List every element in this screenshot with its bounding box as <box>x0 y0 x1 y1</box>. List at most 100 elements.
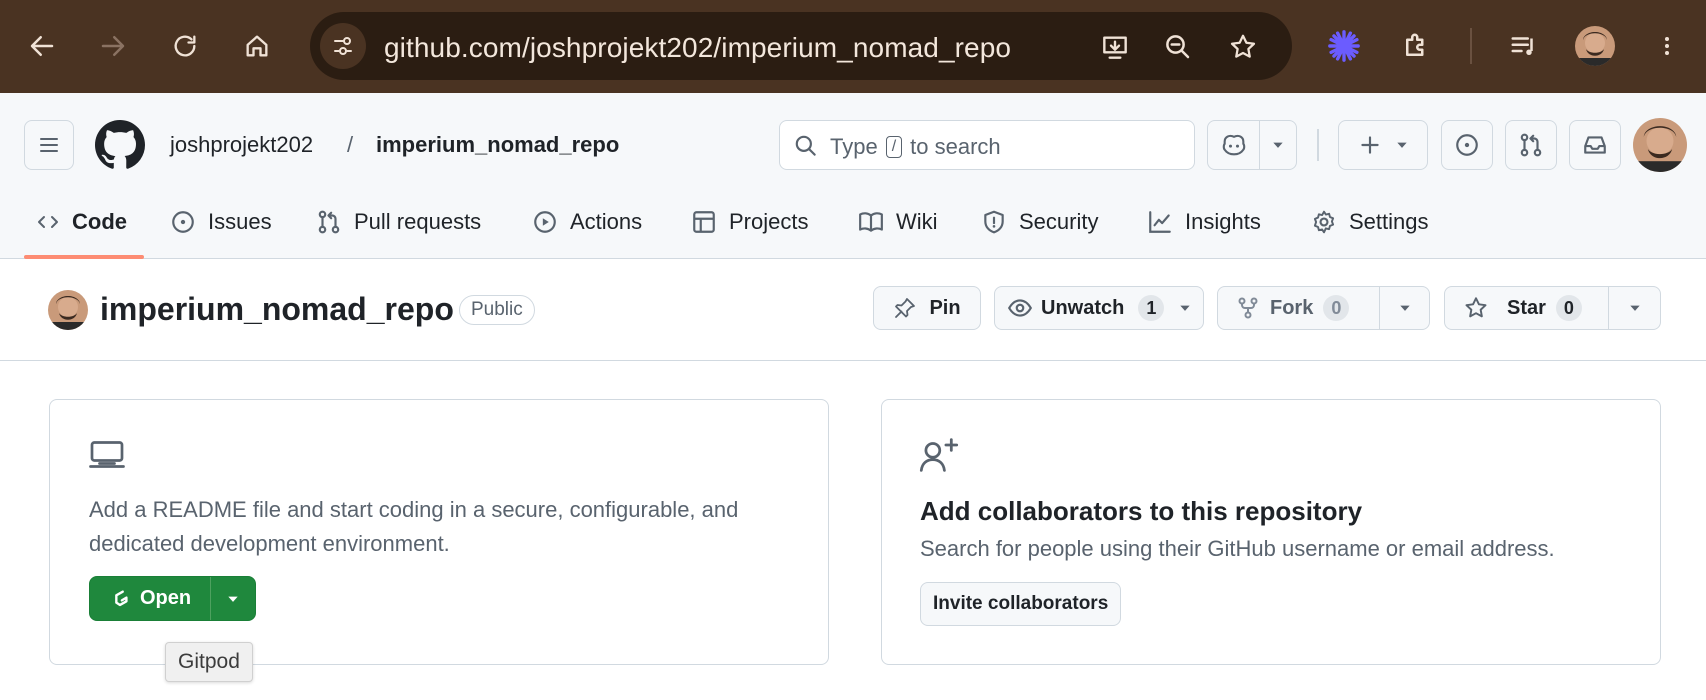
fork-button-group: Fork 0 <box>1217 286 1430 330</box>
address-bar[interactable]: github.com/joshprojekt202/imperium_nomad… <box>310 12 1292 80</box>
watch-count: 1 <box>1138 295 1165 321</box>
avatar-face-icon <box>1633 118 1687 172</box>
extension-button[interactable] <box>1321 23 1367 69</box>
tune-icon <box>334 37 352 55</box>
watch-dropdown-button[interactable] <box>1174 287 1202 329</box>
triangle-down-icon <box>1397 142 1407 148</box>
device-desktop-icon-wrap <box>89 439 125 473</box>
reload-button[interactable] <box>162 23 208 69</box>
media-queue-icon <box>1511 37 1533 55</box>
codespace-description: Add a README file and start coding in a … <box>89 497 739 556</box>
tab-settings-label: Settings <box>1349 209 1429 234</box>
tab-pull-requests[interactable]: Pull requests <box>316 196 481 248</box>
inbox-button[interactable] <box>1569 120 1621 170</box>
extensions-menu-button[interactable] <box>1393 23 1439 69</box>
invite-collaborators-button[interactable]: Invite collaborators <box>920 582 1122 626</box>
arrow-right-icon <box>101 36 125 56</box>
tab-code-label: Code <box>72 209 127 234</box>
triangle-down-icon <box>1180 305 1191 311</box>
fork-button[interactable]: Fork 0 <box>1218 287 1379 329</box>
tab-projects[interactable]: Projects <box>691 196 808 248</box>
browser-profile-avatar[interactable] <box>1575 26 1615 66</box>
pin-label: Pin <box>929 296 961 319</box>
pin-button[interactable]: Pin <box>873 286 981 330</box>
star-button-group: Star 0 <box>1444 286 1661 330</box>
header-divider <box>1317 129 1319 161</box>
open-button[interactable]: Open <box>90 577 210 620</box>
search-placeholder: Type / to search <box>830 134 1001 160</box>
search-input[interactable]: Type / to search <box>779 120 1195 170</box>
gear-icon <box>1313 210 1335 234</box>
reload-icon <box>174 35 196 57</box>
star-count: 0 <box>1555 295 1582 321</box>
toolbar-divider <box>1470 28 1472 64</box>
repo-forked-icon <box>1238 297 1258 319</box>
site-info-button[interactable] <box>320 23 366 69</box>
tab-pull-requests-label: Pull requests <box>354 209 482 234</box>
book-icon <box>859 212 883 232</box>
forward-button[interactable] <box>90 23 136 69</box>
create-new-button[interactable] <box>1338 120 1428 170</box>
visibility-badge: Public <box>459 295 535 325</box>
kebab-menu-icon <box>1665 37 1669 55</box>
breadcrumb-separator: / <box>347 132 354 157</box>
gitpod-icon <box>115 589 128 606</box>
tab-actions[interactable]: Actions <box>532 196 642 248</box>
watch-button-group: Unwatch 1 <box>994 286 1204 330</box>
zoom-button[interactable] <box>1160 29 1196 65</box>
home-icon <box>246 35 268 57</box>
hamburger-icon <box>40 138 58 152</box>
git-pull-request-icon <box>318 210 340 234</box>
unwatch-label: Unwatch <box>1041 296 1125 319</box>
back-button[interactable] <box>19 23 65 69</box>
tab-issues-label: Issues <box>208 209 272 234</box>
tab-code[interactable]: Code <box>36 196 127 248</box>
table-icon <box>693 211 715 233</box>
unwatch-button[interactable]: Unwatch 1 <box>995 287 1174 329</box>
copilot-button[interactable] <box>1208 121 1260 169</box>
avatar-face-icon <box>48 290 88 330</box>
tab-insights[interactable]: Insights <box>1147 196 1261 248</box>
star-button[interactable]: Star 0 <box>1445 287 1608 329</box>
home-button[interactable] <box>234 23 280 69</box>
global-menu-button[interactable] <box>24 120 74 170</box>
repo-owner-avatar[interactable] <box>48 290 88 330</box>
reading-list-button[interactable] <box>1501 23 1547 69</box>
star-outline-icon <box>1230 34 1256 58</box>
tab-wiki-label: Wiki <box>896 209 938 234</box>
search-placeholder-prefix: Type <box>830 134 878 159</box>
avatar-face-icon <box>1575 26 1615 66</box>
install-app-button[interactable] <box>1097 29 1133 65</box>
bookmark-button[interactable] <box>1225 29 1261 65</box>
open-dropdown-button[interactable] <box>211 577 255 620</box>
tab-settings[interactable]: Settings <box>1311 196 1429 248</box>
fork-dropdown-button[interactable] <box>1380 287 1429 329</box>
breadcrumb-owner[interactable]: joshprojekt202 <box>170 132 313 158</box>
copilot-dropdown-button[interactable] <box>1260 121 1296 169</box>
browser-menu-button[interactable] <box>1644 23 1690 69</box>
search-icon <box>795 135 816 156</box>
graph-icon <box>1149 211 1171 233</box>
tab-projects-label: Projects <box>729 209 809 234</box>
triangle-down-icon <box>1399 305 1410 311</box>
tab-issues[interactable]: Issues <box>170 196 272 248</box>
play-icon <box>534 211 556 233</box>
copilot-icon <box>1222 134 1245 156</box>
tab-security-label: Security <box>1019 209 1099 234</box>
person-add-icon-wrap <box>919 436 959 474</box>
issues-header-button[interactable] <box>1441 120 1493 170</box>
inbox-icon <box>1584 136 1606 154</box>
tab-security[interactable]: Security <box>981 196 1098 248</box>
pull-requests-header-button[interactable] <box>1505 120 1557 170</box>
url-text[interactable]: github.com/joshprojekt202/imperium_nomad… <box>384 32 1011 64</box>
star-dropdown-button[interactable] <box>1609 287 1660 329</box>
breadcrumb-repo[interactable]: imperium_nomad_repo <box>376 132 619 158</box>
eye-icon <box>1008 299 1032 317</box>
plus-icon <box>1361 136 1379 154</box>
tab-wiki[interactable]: Wiki <box>858 196 938 248</box>
laptop-icon <box>89 441 125 468</box>
github-logo[interactable] <box>95 120 145 170</box>
user-avatar[interactable] <box>1633 118 1687 172</box>
repo-title[interactable]: imperium_nomad_repo <box>100 291 454 328</box>
triangle-down-icon <box>1629 305 1640 311</box>
